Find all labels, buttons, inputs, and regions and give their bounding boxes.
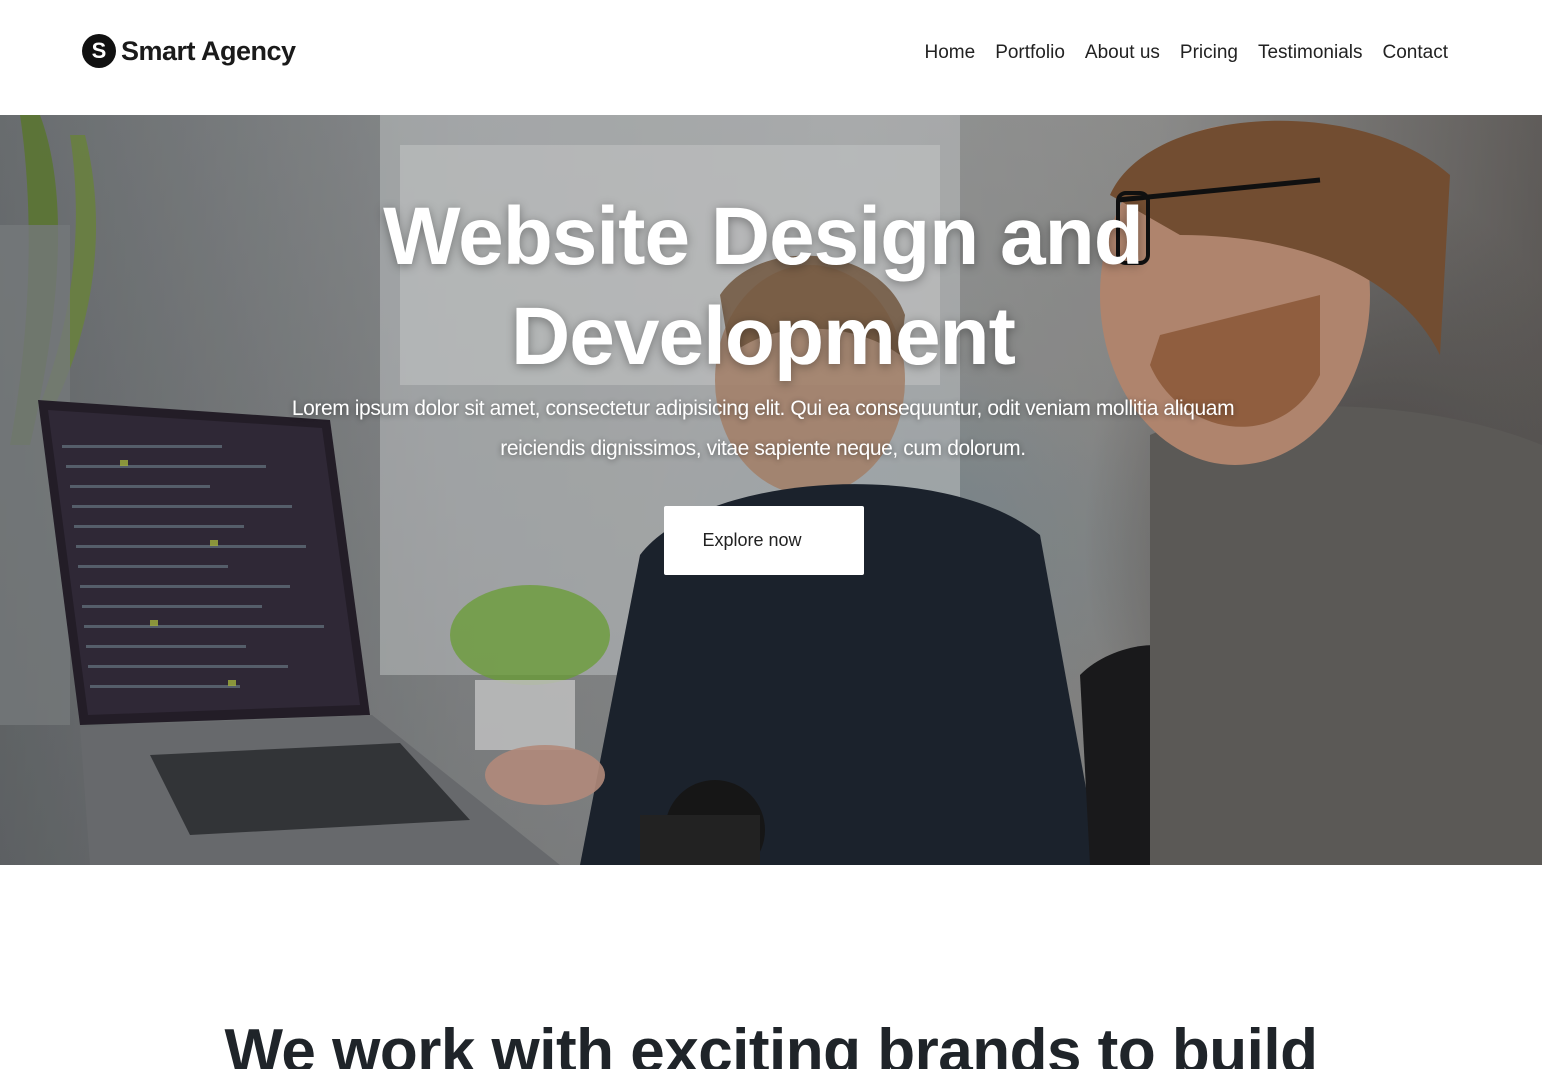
nav-item-home: Home bbox=[925, 40, 976, 66]
hero-content: Website Design and Development Lorem ips… bbox=[0, 115, 1542, 865]
main-nav: Home Portfolio About us Pricing Testimon… bbox=[925, 40, 1449, 66]
nav-link-portfolio[interactable]: Portfolio bbox=[995, 40, 1065, 66]
nav-item-pricing: Pricing bbox=[1180, 40, 1238, 66]
hero-title: Website Design and Development bbox=[383, 191, 1144, 382]
site-header: S Smart Agency Home Portfolio About us P… bbox=[0, 0, 1542, 115]
nav-link-home[interactable]: Home bbox=[925, 40, 976, 66]
explore-now-button[interactable]: Explore now bbox=[664, 506, 864, 575]
nav-item-about: About us bbox=[1085, 40, 1160, 66]
nav-link-pricing[interactable]: Pricing bbox=[1180, 40, 1238, 66]
nav-link-about[interactable]: About us bbox=[1085, 40, 1160, 66]
page: S Smart Agency Home Portfolio About us P… bbox=[0, 0, 1542, 1069]
brand-logo-link[interactable]: S Smart Agency bbox=[82, 33, 296, 69]
nav-item-portfolio: Portfolio bbox=[995, 40, 1065, 66]
nav-item-testimonials: Testimonials bbox=[1258, 40, 1363, 66]
nav-link-testimonials[interactable]: Testimonials bbox=[1258, 40, 1363, 66]
hero-subtitle: Lorem ipsum dolor sit amet, consectetur … bbox=[291, 397, 1235, 460]
nav-link-contact[interactable]: Contact bbox=[1383, 40, 1448, 66]
brand-logo-icon: S bbox=[82, 34, 116, 68]
brand-name: Smart Agency bbox=[121, 35, 296, 66]
nav-item-contact: Contact bbox=[1383, 40, 1448, 66]
hero-section: Website Design and Development Lorem ips… bbox=[0, 115, 1542, 865]
section-heading: We work with exciting brands to build bbox=[224, 1017, 1319, 1069]
